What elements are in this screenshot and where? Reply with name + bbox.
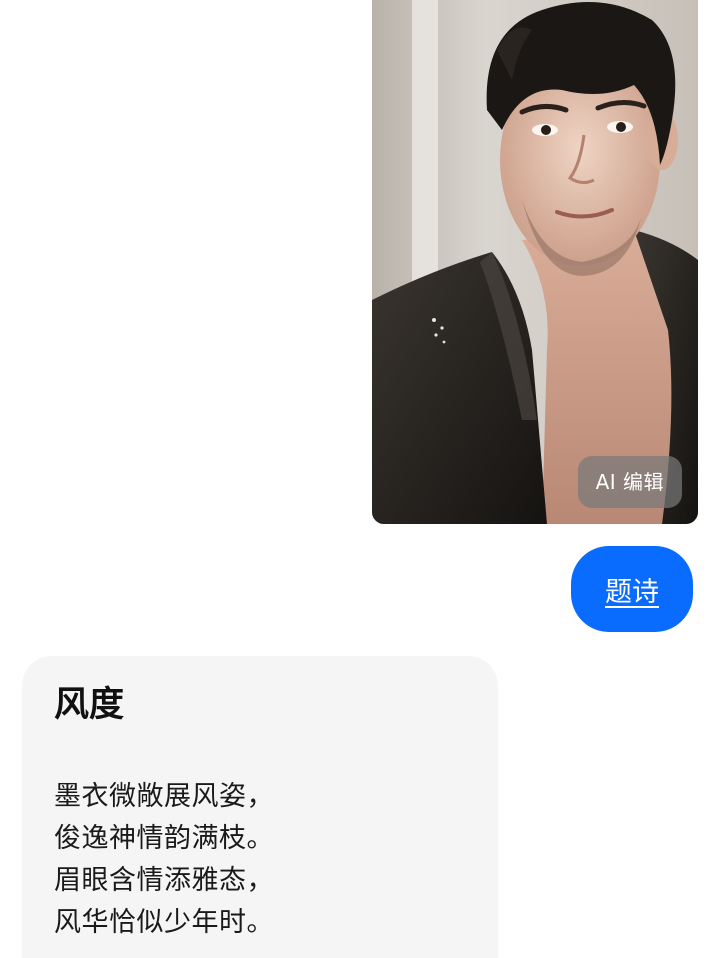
poem-card: 风度 墨衣微敞展风姿， 俊逸神情韵满枝。 眉眼含情添雅态， 风华恰似少年时。 <box>22 656 498 958</box>
poem-line: 眉眼含情添雅态， <box>54 865 274 896</box>
photo-message[interactable]: AI 编辑 <box>372 0 698 524</box>
portrait-photo <box>372 0 698 524</box>
poem-line: 墨衣微敞展风姿， <box>54 781 274 812</box>
ai-edit-button[interactable]: AI 编辑 <box>577 456 682 508</box>
chat-screen: AI 编辑 题诗 风度 墨衣微敞展风姿， 俊逸神情韵满枝。 眉眼含情添雅态， 风… <box>0 0 720 958</box>
poem-line: 风华恰似少年时。 <box>54 907 274 938</box>
poem-line: 俊逸神情韵满枝。 <box>54 823 274 854</box>
command-bubble[interactable]: 题诗 <box>571 546 693 632</box>
poem-body: 墨衣微敞展风姿， 俊逸神情韵满枝。 眉眼含情添雅态， 风华恰似少年时。 <box>54 776 466 944</box>
command-text[interactable]: 题诗 <box>605 570 659 609</box>
poem-title: 风度 <box>54 685 125 725</box>
